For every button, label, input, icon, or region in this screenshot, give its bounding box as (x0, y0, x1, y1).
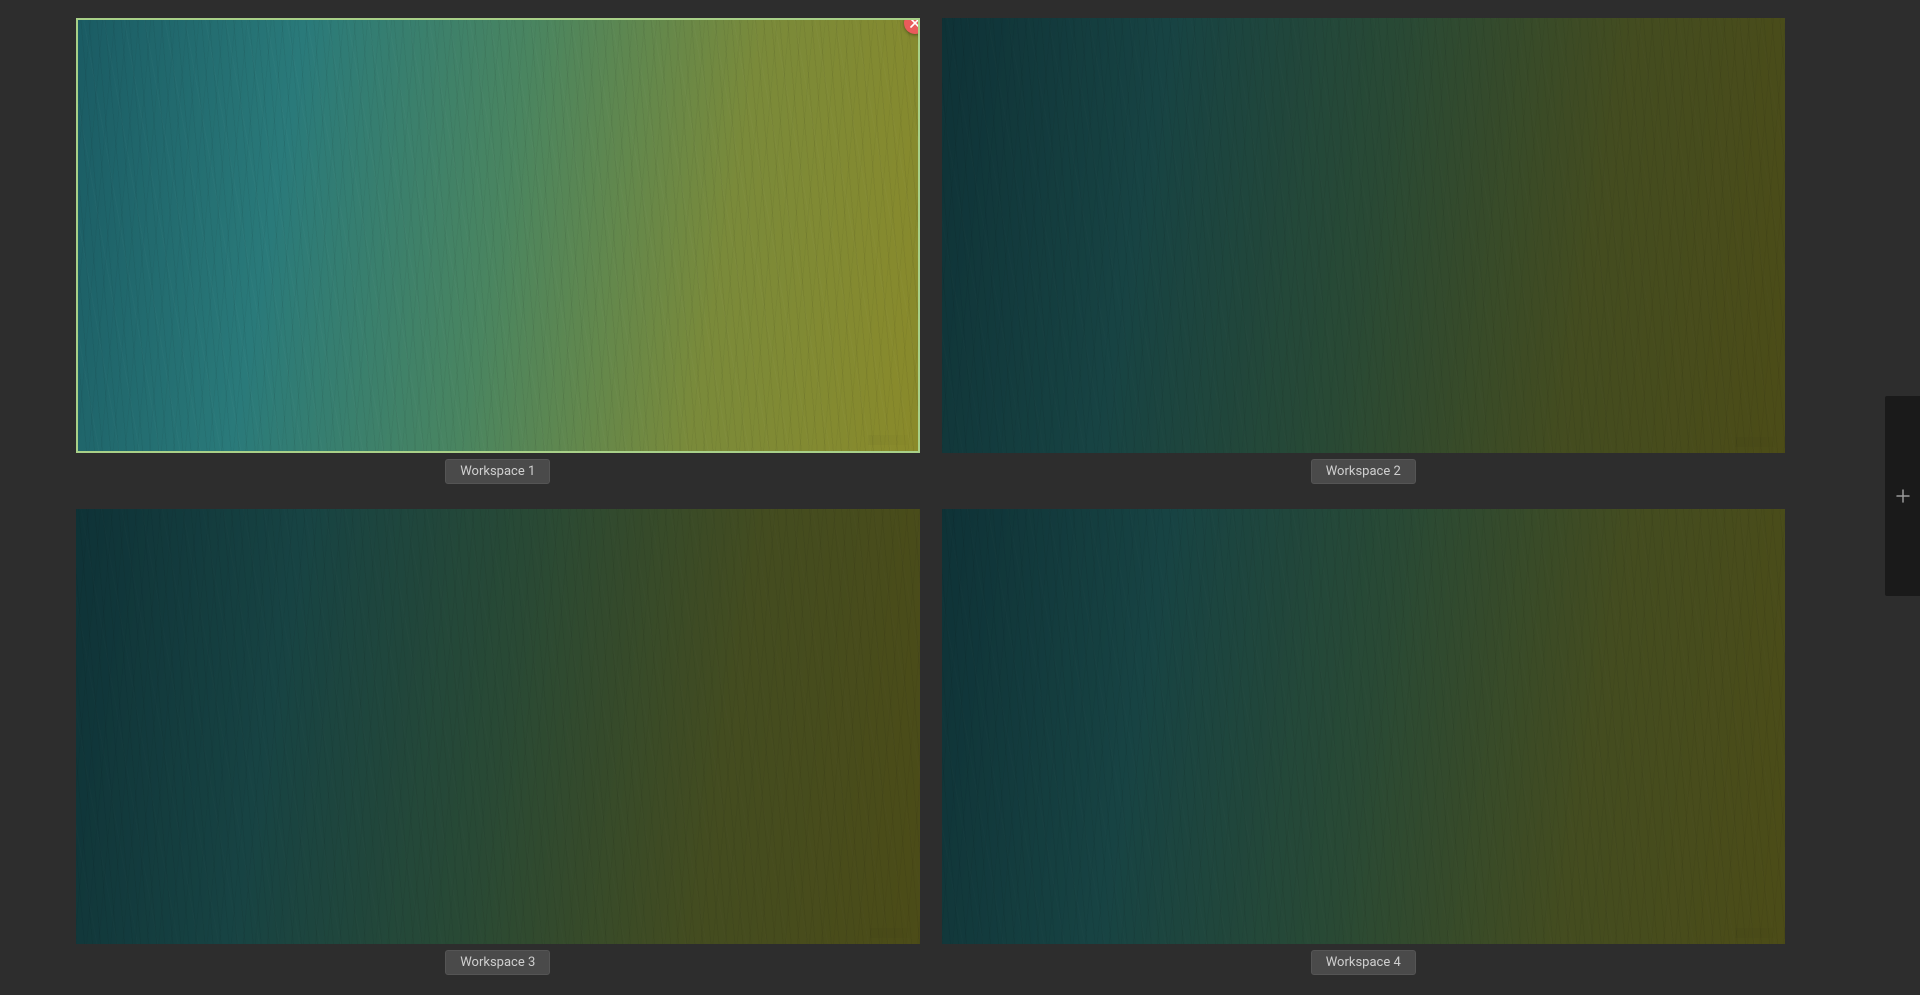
workspace-thumbnail-1[interactable] (76, 18, 920, 453)
plus-icon (1895, 488, 1911, 504)
add-workspace-button[interactable] (1885, 396, 1920, 596)
workspace-label-2[interactable]: Workspace 2 (1311, 459, 1416, 484)
workspace-label-1[interactable]: Workspace 1 (445, 459, 550, 484)
workspace-thumbnail-3[interactable] (76, 509, 920, 944)
workspace-thumbnail-2[interactable] (942, 18, 1786, 453)
workspace-overview-grid: Workspace 1 Workspace 2 Workspace 3 Work… (0, 0, 1800, 995)
workspace-cell-4: Workspace 4 (942, 509, 1786, 980)
workspace-cell-3: Workspace 3 (76, 509, 920, 980)
close-icon (910, 18, 920, 28)
close-workspace-button[interactable] (904, 18, 920, 34)
workspace-label-3[interactable]: Workspace 3 (445, 950, 550, 975)
workspace-cell-1: Workspace 1 (76, 18, 920, 489)
workspace-cell-2: Workspace 2 (942, 18, 1786, 489)
workspace-label-4[interactable]: Workspace 4 (1311, 950, 1416, 975)
workspace-thumbnail-4[interactable] (942, 509, 1786, 944)
